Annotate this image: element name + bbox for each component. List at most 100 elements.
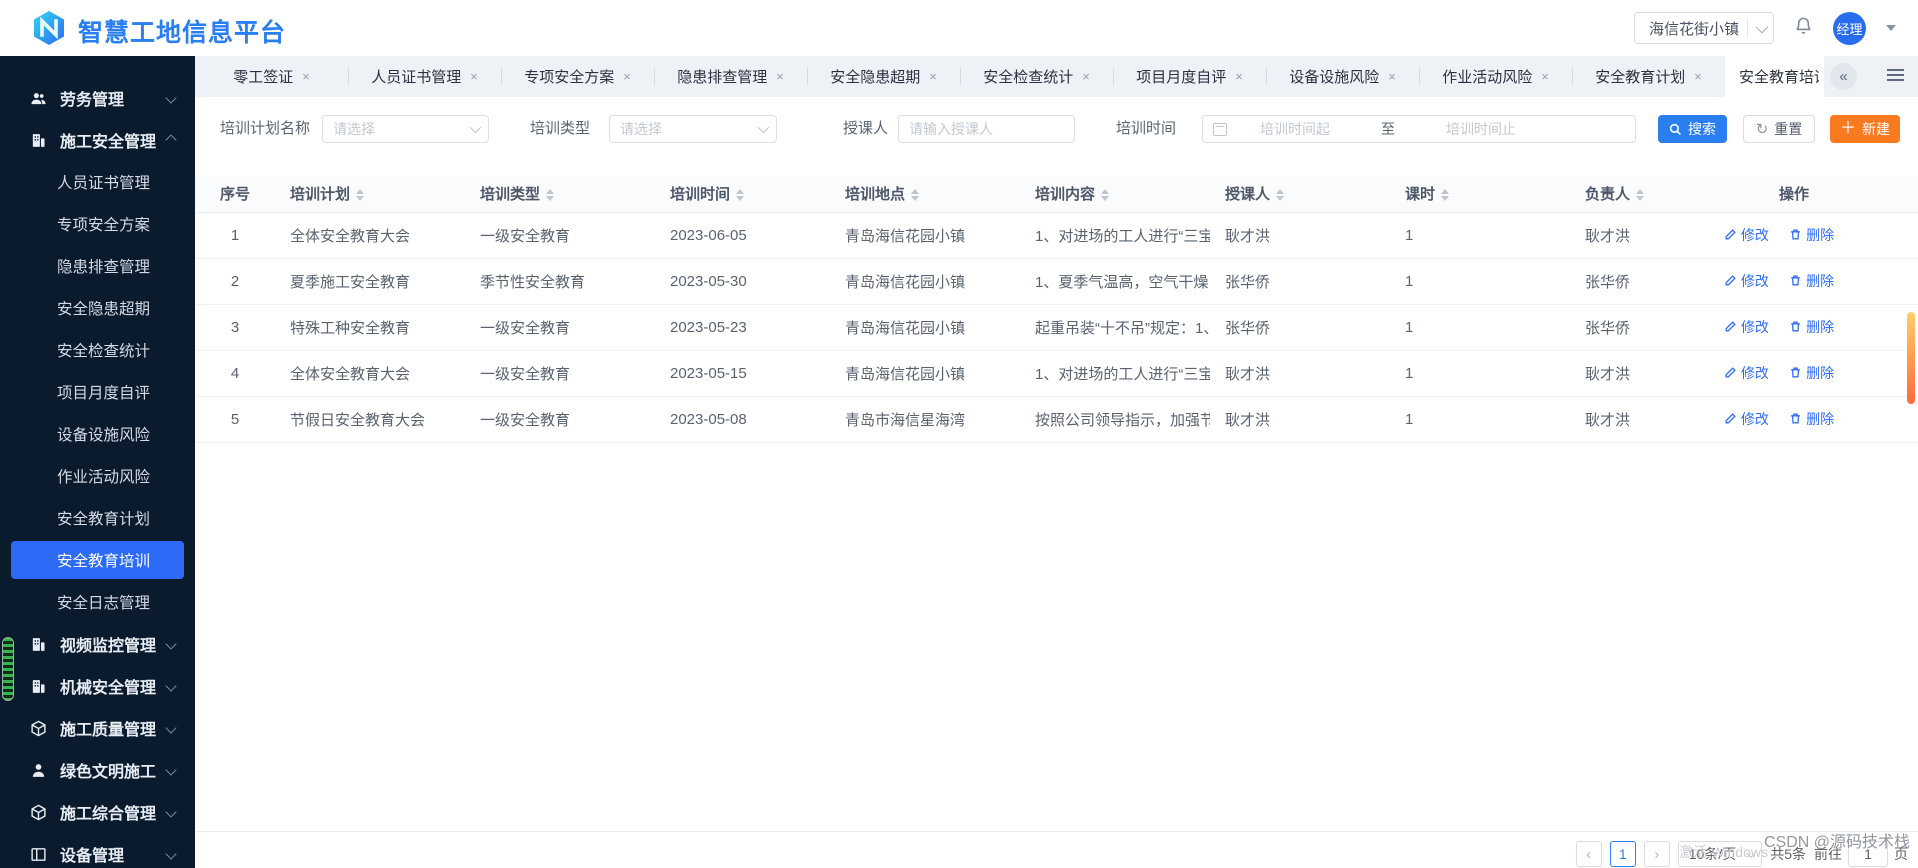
sidebar-item-video-monitor[interactable]: 视频监控管理 bbox=[0, 623, 195, 665]
sidebar-item-machinery-safety[interactable]: 机械安全管理 bbox=[0, 665, 195, 707]
close-icon[interactable]: × bbox=[776, 70, 784, 83]
notification-bell-icon[interactable] bbox=[1794, 16, 1813, 40]
sort-carets-icon[interactable] bbox=[356, 189, 365, 202]
close-icon[interactable]: × bbox=[1388, 70, 1396, 83]
col-actions: 操作 bbox=[1700, 176, 1918, 213]
edit-button[interactable]: 修改 bbox=[1724, 271, 1769, 291]
sidebar-item-green-construction[interactable]: 绿色文明施工 bbox=[0, 749, 195, 791]
tab-special-safety-plan[interactable]: 专项安全方案 × bbox=[501, 56, 654, 97]
delete-button[interactable]: 删除 bbox=[1789, 317, 1834, 337]
sidebar-item-hazard-inspection[interactable]: 隐患排查管理 bbox=[0, 245, 195, 287]
tab-hazard-inspection[interactable]: 隐患排查管理 × bbox=[654, 56, 807, 97]
sort-carets-icon[interactable] bbox=[1276, 189, 1285, 202]
trash-icon bbox=[1791, 275, 1800, 286]
reset-button[interactable]: ↻ 重置 bbox=[1743, 115, 1815, 143]
chevron-down-icon bbox=[165, 764, 177, 776]
sidebar-item-monthly-self-eval[interactable]: 项目月度自评 bbox=[0, 371, 195, 413]
delete-button[interactable]: 删除 bbox=[1789, 271, 1834, 291]
chevron-down-icon bbox=[1746, 847, 1757, 858]
search-icon bbox=[1669, 123, 1681, 135]
tab-hazard-overdue[interactable]: 安全隐患超期 × bbox=[807, 56, 960, 97]
sidebar-item-device-mgmt[interactable]: 设备管理 bbox=[0, 833, 195, 868]
sort-carets-icon[interactable] bbox=[1101, 189, 1110, 202]
tabs-menu-icon[interactable] bbox=[1887, 69, 1904, 84]
double-left-chevron-icon: « bbox=[1839, 68, 1848, 85]
sidebar-item-activity-risk[interactable]: 作业活动风险 bbox=[0, 455, 195, 497]
train-time-range-picker[interactable]: 培训时间起 至 培训时间止 bbox=[1202, 115, 1636, 143]
col-lecturer[interactable]: 授课人 bbox=[1210, 176, 1390, 213]
sort-carets-icon[interactable] bbox=[911, 189, 920, 202]
plan-name-select[interactable]: 请选择 bbox=[322, 115, 489, 143]
close-icon[interactable]: × bbox=[623, 70, 631, 83]
sidebar-item-comprehensive-mgmt[interactable]: 施工综合管理 bbox=[0, 791, 195, 833]
col-owner[interactable]: 负责人 bbox=[1570, 176, 1700, 213]
close-icon[interactable]: × bbox=[929, 70, 937, 83]
edit-button[interactable]: 修改 bbox=[1724, 363, 1769, 383]
col-content[interactable]: 培训内容 bbox=[1020, 176, 1210, 213]
tab-safety-edu-training[interactable]: 安全教育培训 bbox=[1725, 56, 1824, 97]
tab-activity-risk[interactable]: 作业活动风险 × bbox=[1419, 56, 1572, 97]
goto-page-input[interactable]: 1 bbox=[1848, 841, 1888, 867]
avatar[interactable]: 经理 bbox=[1833, 11, 1866, 45]
create-button[interactable]: ＋ 新建 bbox=[1830, 115, 1900, 143]
tab-odd-job-visa[interactable]: 零工签证 × bbox=[195, 56, 348, 97]
table-row: 3 特殊工种安全教育 一级安全教育 2023-05-23 青岛海信花园小镇 起重… bbox=[195, 304, 1918, 351]
close-icon[interactable]: × bbox=[1541, 70, 1549, 83]
delete-button[interactable]: 删除 bbox=[1789, 225, 1834, 245]
col-place[interactable]: 培训地点 bbox=[830, 176, 1020, 213]
edit-button[interactable]: 修改 bbox=[1724, 409, 1769, 429]
sidebar-item-labor-mgmt[interactable]: 劳务管理 bbox=[0, 77, 195, 119]
edit-button[interactable]: 修改 bbox=[1724, 225, 1769, 245]
search-button[interactable]: 搜索 bbox=[1658, 115, 1727, 143]
cube-icon bbox=[31, 804, 46, 820]
edit-button[interactable]: 修改 bbox=[1724, 317, 1769, 337]
delete-button[interactable]: 删除 bbox=[1789, 409, 1834, 429]
sidebar-item-safety-edu-plan[interactable]: 安全教育计划 bbox=[0, 497, 195, 539]
close-icon[interactable]: × bbox=[470, 70, 478, 83]
tab-personnel-cert[interactable]: 人员证书管理 × bbox=[348, 56, 501, 97]
tabs-collapse-button[interactable]: « bbox=[1830, 63, 1857, 90]
sidebar-item-safety-edu-training[interactable]: 安全教育培训 bbox=[11, 541, 184, 579]
sidebar-item-safety-log[interactable]: 安全日志管理 bbox=[0, 581, 195, 623]
project-selector-value: 海信花街小镇 bbox=[1649, 20, 1740, 38]
sidebar-item-equipment-facility-risk[interactable]: 设备设施风险 bbox=[0, 413, 195, 455]
sort-carets-icon[interactable] bbox=[1636, 189, 1645, 202]
lecturer-input[interactable]: 请输入授课人 bbox=[898, 115, 1075, 143]
current-page-button[interactable]: 1 bbox=[1609, 841, 1636, 867]
goto-unit: 页 bbox=[1894, 846, 1908, 862]
page-size-select[interactable]: 10条/页 bbox=[1677, 841, 1763, 867]
close-icon[interactable]: × bbox=[1694, 70, 1702, 83]
date-separator: 至 bbox=[1381, 121, 1395, 137]
trash-icon bbox=[1791, 413, 1800, 424]
sort-carets-icon[interactable] bbox=[736, 189, 745, 202]
sidebar-item-safety-check-stats[interactable]: 安全检查统计 bbox=[0, 329, 195, 371]
page-title: 智慧工地信息平台 bbox=[78, 18, 287, 47]
tab-equipment-facility-risk[interactable]: 设备设施风险 × bbox=[1266, 56, 1419, 97]
close-icon[interactable]: × bbox=[1082, 70, 1090, 83]
prev-page-button[interactable]: ‹ bbox=[1575, 841, 1602, 867]
col-type[interactable]: 培训类型 bbox=[465, 176, 655, 213]
vertical-scrollbar-thumb[interactable] bbox=[1907, 312, 1915, 404]
sidebar-item-hazard-overdue[interactable]: 安全隐患超期 bbox=[0, 287, 195, 329]
sidebar-item-quality-mgmt[interactable]: 施工质量管理 bbox=[0, 707, 195, 749]
sidebar-item-personnel-cert[interactable]: 人员证书管理 bbox=[0, 161, 195, 203]
tab-safety-edu-plan[interactable]: 安全教育计划 × bbox=[1572, 56, 1725, 97]
sidebar-item-construction-safety[interactable]: 施工安全管理 bbox=[0, 119, 195, 161]
user-menu-caret-down-icon[interactable] bbox=[1886, 25, 1896, 31]
train-type-select[interactable]: 请选择 bbox=[609, 115, 777, 143]
project-selector[interactable]: 海信花街小镇 bbox=[1634, 12, 1774, 44]
col-date[interactable]: 培训时间 bbox=[655, 176, 830, 213]
tab-monthly-self-eval[interactable]: 项目月度自评 × bbox=[1113, 56, 1266, 97]
tab-safety-check-stats[interactable]: 安全检查统计 × bbox=[960, 56, 1113, 97]
col-plan[interactable]: 培训计划 bbox=[275, 176, 465, 213]
next-page-button[interactable]: › bbox=[1643, 841, 1670, 867]
close-icon[interactable]: × bbox=[1235, 70, 1243, 83]
col-hours[interactable]: 课时 bbox=[1390, 176, 1570, 213]
sidebar-item-special-safety-plan[interactable]: 专项安全方案 bbox=[0, 203, 195, 245]
sort-carets-icon[interactable] bbox=[546, 189, 555, 202]
sort-carets-icon[interactable] bbox=[1441, 189, 1450, 202]
panel-icon bbox=[31, 847, 46, 861]
close-icon[interactable]: × bbox=[302, 70, 310, 83]
delete-button[interactable]: 删除 bbox=[1789, 363, 1834, 383]
chevron-down-icon bbox=[165, 722, 177, 734]
